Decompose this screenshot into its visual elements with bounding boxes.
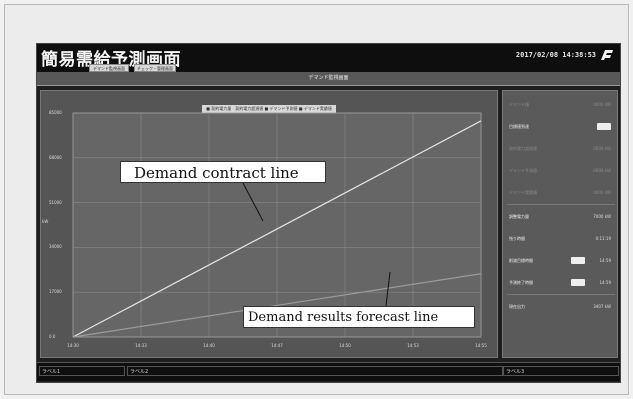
x-tick-label: 14:55 bbox=[475, 343, 487, 348]
x-tick-label: 14:53 bbox=[407, 343, 419, 348]
side-row-label: 残り時間 bbox=[509, 236, 525, 241]
side-row-value: 14:59 bbox=[599, 258, 611, 263]
y-tick-label: 17000 bbox=[49, 289, 62, 295]
side-row-value: 3407 kW bbox=[593, 304, 611, 309]
side-row-value: 7000 kW bbox=[593, 214, 611, 219]
side-row: 目標値到達 bbox=[507, 121, 615, 133]
status-bar: ラベル1 ラベル2 ラベル3 bbox=[37, 362, 620, 381]
side-row-toggle[interactable] bbox=[571, 279, 585, 286]
x-tick-label: 14:50 bbox=[339, 343, 351, 348]
side-row-value: 0:11:19 bbox=[595, 236, 611, 241]
side-row-value: 0000 kW bbox=[593, 168, 611, 173]
x-tick-label: 14:47 bbox=[271, 343, 283, 348]
y-tick-label: 85000 bbox=[49, 110, 62, 115]
side-row: 現在出力 3407 kW bbox=[507, 301, 615, 313]
side-row-label: 目標値到達 bbox=[509, 124, 529, 129]
side-row-label: デマンド値 bbox=[509, 102, 529, 107]
side-row-value: 0000 kW bbox=[593, 102, 611, 107]
status-cell-3: ラベル3 bbox=[503, 366, 619, 376]
status-cell-1: ラベル1 bbox=[39, 366, 125, 376]
contract-line-callout: Demand contract line bbox=[120, 161, 326, 183]
side-row: デマンド実績値 0000 kW bbox=[507, 187, 615, 199]
demand-monitor-button[interactable]: デマンド監視画面 bbox=[89, 64, 129, 72]
x-tick-label: 14:33 bbox=[135, 343, 147, 348]
side-row-toggle[interactable] bbox=[597, 123, 611, 130]
y-tick-label: 51000 bbox=[49, 199, 62, 205]
x-tick-label: 14:30 bbox=[67, 343, 79, 348]
side-row-label: 契約電力超過値 bbox=[509, 146, 537, 151]
side-row: 残り時間 0:11:19 bbox=[507, 233, 615, 245]
side-separator bbox=[507, 204, 615, 205]
y-tick-label: 0.0 bbox=[49, 334, 56, 339]
side-row-value: 14:59 bbox=[599, 280, 611, 285]
side-row-label: デマンド予測値 bbox=[509, 168, 537, 173]
status-cell-2: ラベル2 bbox=[127, 366, 503, 376]
app-screen: 簡易需給予測画面 デマンド監視画面 チェック・管理画面 2017/02/08 1… bbox=[36, 43, 621, 383]
datetime-display: 2017/02/08 14:38:53 bbox=[515, 51, 596, 59]
screen-subheader: デマンド監視画面 bbox=[37, 72, 620, 86]
side-separator bbox=[507, 294, 615, 295]
figure-frame: 簡易需給予測画面 デマンド監視画面 チェック・管理画面 2017/02/08 1… bbox=[4, 4, 629, 395]
side-row: デマンド値 0000 kW bbox=[507, 99, 615, 111]
brand-logo-icon bbox=[601, 50, 613, 60]
app-header: 簡易需給予測画面 デマンド監視画面 チェック・管理画面 2017/02/08 1… bbox=[37, 44, 620, 72]
side-row-value: 0000 kW bbox=[593, 146, 611, 151]
status-side-panel: デマンド値 0000 kW 目標値到達契約電力超過値 0000 kW デマンド予測値 00… bbox=[502, 90, 618, 358]
forecast-line-callout: Demand results forecast line bbox=[243, 306, 475, 328]
side-row-label: 調整電力量 bbox=[509, 214, 529, 219]
y-tick-label: 68000 bbox=[49, 154, 62, 160]
side-row: デマンド予測値 0000 kW bbox=[507, 165, 615, 177]
y-tick-label: 34000 bbox=[49, 244, 62, 250]
side-row-label: 予測終了時間 bbox=[509, 280, 533, 285]
side-row-label: デマンド実績値 bbox=[509, 190, 537, 195]
side-row-label: 現在出力 bbox=[509, 304, 525, 309]
x-tick-label: 14:40 bbox=[203, 343, 215, 348]
side-row: 契約電力超過値 0000 kW bbox=[507, 143, 615, 155]
side-row: 予測終了時間 14:59 bbox=[507, 277, 615, 289]
screen-title: デマンド監視画面 bbox=[308, 75, 349, 81]
side-row: 削減目標時間 14:59 bbox=[507, 255, 615, 267]
check-manage-button[interactable]: チェック・管理画面 bbox=[134, 64, 176, 72]
side-row-toggle[interactable] bbox=[571, 257, 585, 264]
side-row-label: 削減目標時間 bbox=[509, 258, 533, 263]
side-row: 調整電力量 7000 kW bbox=[507, 211, 615, 223]
side-row-value: 0000 kW bbox=[593, 190, 611, 195]
